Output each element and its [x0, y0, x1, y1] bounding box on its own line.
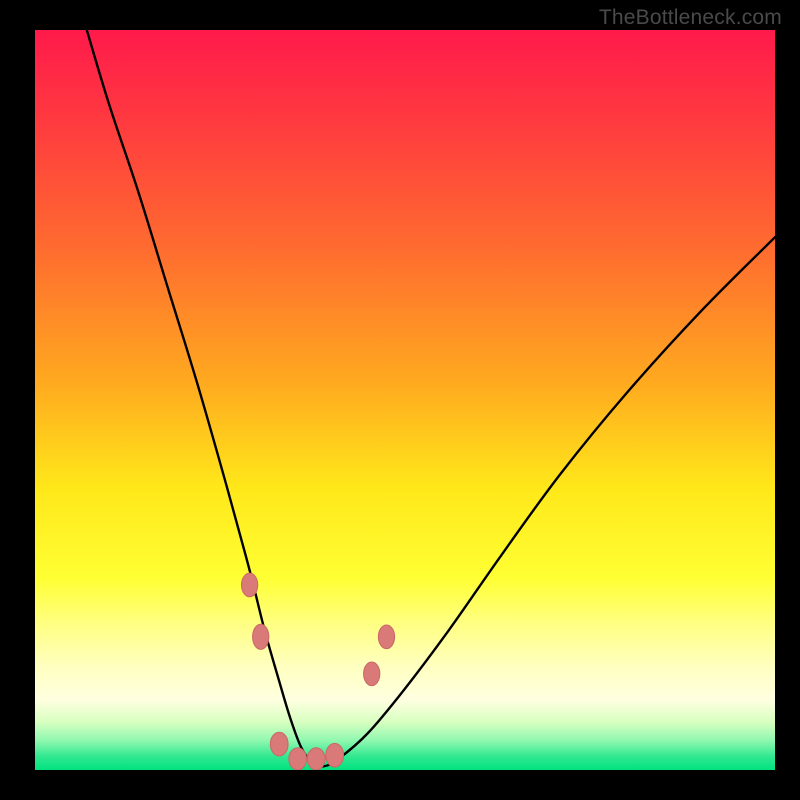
marker-trough-4	[326, 743, 344, 767]
marker-trough-1	[270, 732, 288, 756]
marker-left-lower	[253, 624, 269, 649]
bottleneck-curve	[87, 30, 775, 766]
marker-left-upper	[241, 573, 257, 597]
curve-layer	[35, 30, 775, 770]
watermark-text: TheBottleneck.com	[599, 6, 782, 30]
curve-markers	[241, 573, 394, 770]
marker-right-lower	[364, 662, 380, 686]
plot-area	[35, 30, 775, 770]
marker-trough-3	[307, 748, 325, 770]
chart-frame: TheBottleneck.com	[0, 0, 800, 800]
marker-right-upper	[378, 625, 394, 649]
marker-trough-2	[289, 748, 307, 770]
